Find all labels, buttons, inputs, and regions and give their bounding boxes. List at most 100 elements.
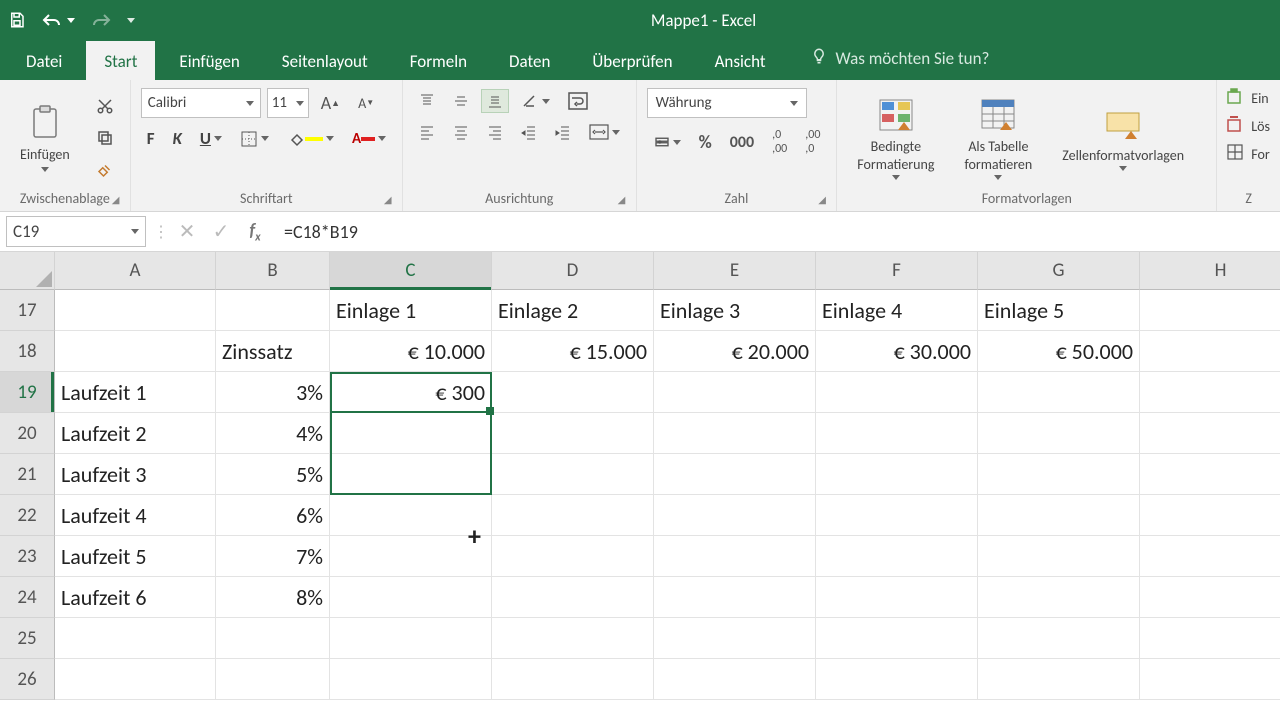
name-box[interactable]: C19 xyxy=(6,216,146,247)
cell-D24[interactable] xyxy=(492,577,654,618)
column-header-B[interactable]: B xyxy=(216,252,330,290)
cell-A24[interactable]: Laufzeit 6 xyxy=(55,577,216,618)
cell-F26[interactable] xyxy=(816,659,978,700)
cell-G20[interactable] xyxy=(978,413,1140,454)
cell-A21[interactable]: Laufzeit 3 xyxy=(55,454,216,495)
save-icon[interactable] xyxy=(8,11,26,29)
cell-A22[interactable]: Laufzeit 4 xyxy=(55,495,216,536)
borders-button[interactable] xyxy=(234,126,275,152)
dialog-launcher-icon[interactable]: ◢ xyxy=(384,193,398,207)
cell-H25[interactable] xyxy=(1140,618,1280,659)
cell-C22[interactable] xyxy=(330,495,492,536)
cell-E21[interactable] xyxy=(654,454,816,495)
cell-B25[interactable] xyxy=(216,618,330,659)
cell-H26[interactable] xyxy=(1140,659,1280,700)
column-header-C[interactable]: C xyxy=(330,252,492,290)
tell-me-search[interactable]: Was möchten Sie tun? xyxy=(810,37,990,80)
cell-A25[interactable] xyxy=(55,618,216,659)
cell-C20[interactable] xyxy=(330,413,492,454)
cell-E19[interactable] xyxy=(654,372,816,413)
accept-formula-button[interactable]: ✓ xyxy=(204,212,238,251)
cells-format-icon[interactable] xyxy=(1227,144,1245,164)
cell-B17[interactable] xyxy=(216,290,330,331)
cell-A20[interactable]: Laufzeit 2 xyxy=(55,413,216,454)
align-bottom-button[interactable] xyxy=(481,89,509,113)
row-header-21[interactable]: 21 xyxy=(0,454,55,495)
cell-G18[interactable]: € 50.000 xyxy=(978,331,1140,372)
cell-C18[interactable]: € 10.000 xyxy=(330,331,492,372)
cell-E17[interactable]: Einlage 3 xyxy=(654,290,816,331)
cell-E23[interactable] xyxy=(654,536,816,577)
underline-button[interactable]: U xyxy=(194,124,228,153)
row-header-20[interactable]: 20 xyxy=(0,413,55,454)
align-middle-button[interactable] xyxy=(447,89,475,113)
dialog-launcher-icon[interactable]: ◢ xyxy=(618,193,632,207)
cell-G26[interactable] xyxy=(978,659,1140,700)
cell-B21[interactable]: 5% xyxy=(216,454,330,495)
cell-A19[interactable]: Laufzeit 1 xyxy=(55,372,216,413)
italic-button[interactable]: K xyxy=(167,124,188,153)
tab-seitenlayout[interactable]: Seitenlayout xyxy=(264,41,386,80)
cell-C19[interactable]: € 300 xyxy=(330,372,492,413)
tab-einfuegen[interactable]: Einfügen xyxy=(161,41,257,80)
increase-indent-button[interactable] xyxy=(549,120,577,144)
tab-daten[interactable]: Daten xyxy=(491,41,568,80)
cell-D17[interactable]: Einlage 2 xyxy=(492,290,654,331)
cell-F19[interactable] xyxy=(816,372,978,413)
row-header-18[interactable]: 18 xyxy=(0,331,55,372)
formula-input[interactable] xyxy=(272,212,1280,251)
cell-G21[interactable] xyxy=(978,454,1140,495)
format-painter-button[interactable] xyxy=(90,157,120,183)
cell-F21[interactable] xyxy=(816,454,978,495)
cell-E24[interactable] xyxy=(654,577,816,618)
format-as-table-button[interactable]: Als Tabelle formatieren xyxy=(954,92,1042,184)
cell-D25[interactable] xyxy=(492,618,654,659)
cut-button[interactable] xyxy=(90,93,120,119)
comma-format-button[interactable]: 000 xyxy=(724,129,760,156)
percent-format-button[interactable]: % xyxy=(693,127,718,157)
conditional-formatting-button[interactable]: Bedingte Formatierung xyxy=(847,92,944,184)
row-header-24[interactable]: 24 xyxy=(0,577,55,618)
cell-F17[interactable]: Einlage 4 xyxy=(816,290,978,331)
cell-E18[interactable]: € 20.000 xyxy=(654,331,816,372)
tab-formeln[interactable]: Formeln xyxy=(392,41,485,80)
cell-C24[interactable] xyxy=(330,577,492,618)
merge-button[interactable] xyxy=(583,120,626,144)
row-header-25[interactable]: 25 xyxy=(0,618,55,659)
cell-G19[interactable] xyxy=(978,372,1140,413)
undo-icon[interactable] xyxy=(40,11,75,29)
cells-insert-icon[interactable] xyxy=(1227,88,1245,108)
cell-D26[interactable] xyxy=(492,659,654,700)
cell-H20[interactable] xyxy=(1140,413,1280,454)
cell-D19[interactable] xyxy=(492,372,654,413)
cell-B20[interactable]: 4% xyxy=(216,413,330,454)
row-header-19[interactable]: 19 xyxy=(0,372,55,413)
copy-button[interactable] xyxy=(90,125,120,151)
cell-A26[interactable] xyxy=(55,659,216,700)
cell-H21[interactable] xyxy=(1140,454,1280,495)
cancel-formula-button[interactable]: ✕ xyxy=(170,212,204,251)
cell-B22[interactable]: 6% xyxy=(216,495,330,536)
column-header-G[interactable]: G xyxy=(978,252,1140,290)
align-right-button[interactable] xyxy=(481,120,509,144)
font-color-button[interactable]: A xyxy=(346,126,392,152)
cell-D21[interactable] xyxy=(492,454,654,495)
align-center-button[interactable] xyxy=(447,120,475,144)
cell-D20[interactable] xyxy=(492,413,654,454)
cell-B19[interactable]: 3% xyxy=(216,372,330,413)
cell-H22[interactable] xyxy=(1140,495,1280,536)
cell-C17[interactable]: Einlage 1 xyxy=(330,290,492,331)
number-format-select[interactable]: Währung xyxy=(647,88,807,118)
cell-G22[interactable] xyxy=(978,495,1140,536)
cell-C21[interactable] xyxy=(330,454,492,495)
row-header-22[interactable]: 22 xyxy=(0,495,55,536)
cell-F23[interactable] xyxy=(816,536,978,577)
cell-F20[interactable] xyxy=(816,413,978,454)
cell-A23[interactable]: Laufzeit 5 xyxy=(55,536,216,577)
cell-E26[interactable] xyxy=(654,659,816,700)
decrease-decimal-button[interactable]: ,00,0 xyxy=(799,124,826,160)
tab-datei[interactable]: Datei xyxy=(8,41,80,80)
row-header-17[interactable]: 17 xyxy=(0,290,55,331)
tab-start[interactable]: Start xyxy=(86,41,155,80)
cell-A17[interactable] xyxy=(55,290,216,331)
